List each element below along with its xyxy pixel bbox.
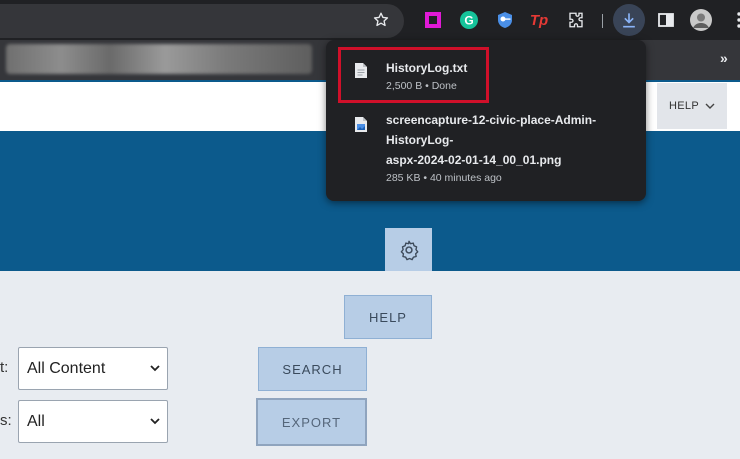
grammarly-glyph: G xyxy=(464,14,473,28)
chevron-down-icon xyxy=(705,103,715,109)
export-button[interactable]: EXPORT xyxy=(256,398,367,446)
content-filter-label: t: xyxy=(0,359,9,376)
download-status: 285 KB • 40 minutes ago xyxy=(386,172,502,184)
chevron-down-icon xyxy=(150,418,160,425)
status-filter-select[interactable]: All xyxy=(18,400,168,443)
star-icon[interactable] xyxy=(370,9,392,31)
password-manager-icon[interactable] xyxy=(494,9,516,31)
gear-icon xyxy=(400,240,418,260)
download-filename-line-1: screencapture-12-civic-place-Admin- xyxy=(386,113,597,127)
status-filter-label: s: xyxy=(0,412,12,429)
bookmarks-overflow-button[interactable]: » xyxy=(720,50,728,66)
image-file-icon xyxy=(355,117,367,132)
toolbar-divider xyxy=(602,14,603,28)
status-filter-value: All xyxy=(27,412,45,430)
download-item-screencapture[interactable]: screencapture-12-civic-place-Admin- Hist… xyxy=(326,108,646,188)
download-filename-line-2: HistoryLog- xyxy=(386,133,454,147)
blurred-bookmarks xyxy=(6,44,312,74)
downloads-icon[interactable] xyxy=(618,9,640,31)
content-filter-value: All Content xyxy=(27,359,106,377)
tp-label: Tp xyxy=(529,11,549,29)
grammarly-icon[interactable]: G xyxy=(458,9,480,31)
help-menu[interactable]: HELP xyxy=(657,83,727,129)
chevron-down-icon xyxy=(150,365,160,372)
search-button[interactable]: SEARCH xyxy=(258,347,367,391)
settings-button[interactable] xyxy=(385,228,432,271)
download-filename-line-3: aspx-2024-02-01-14_00_01.png xyxy=(386,153,562,167)
extensions-puzzle-icon[interactable] xyxy=(565,9,587,31)
highlight-annotation xyxy=(338,47,489,103)
extension-pink-square-icon[interactable] xyxy=(422,9,444,31)
browser-toolbar: G Tp xyxy=(0,0,740,40)
more-menu-icon[interactable] xyxy=(728,9,740,31)
help-button[interactable]: HELP xyxy=(344,295,432,339)
help-menu-label: HELP xyxy=(669,100,699,112)
address-bar[interactable] xyxy=(0,4,404,38)
profile-avatar[interactable] xyxy=(690,9,712,31)
content-filter-select[interactable]: All Content xyxy=(18,347,168,390)
side-panel-icon[interactable] xyxy=(655,9,677,31)
tp-extension-icon[interactable]: Tp xyxy=(528,9,550,31)
